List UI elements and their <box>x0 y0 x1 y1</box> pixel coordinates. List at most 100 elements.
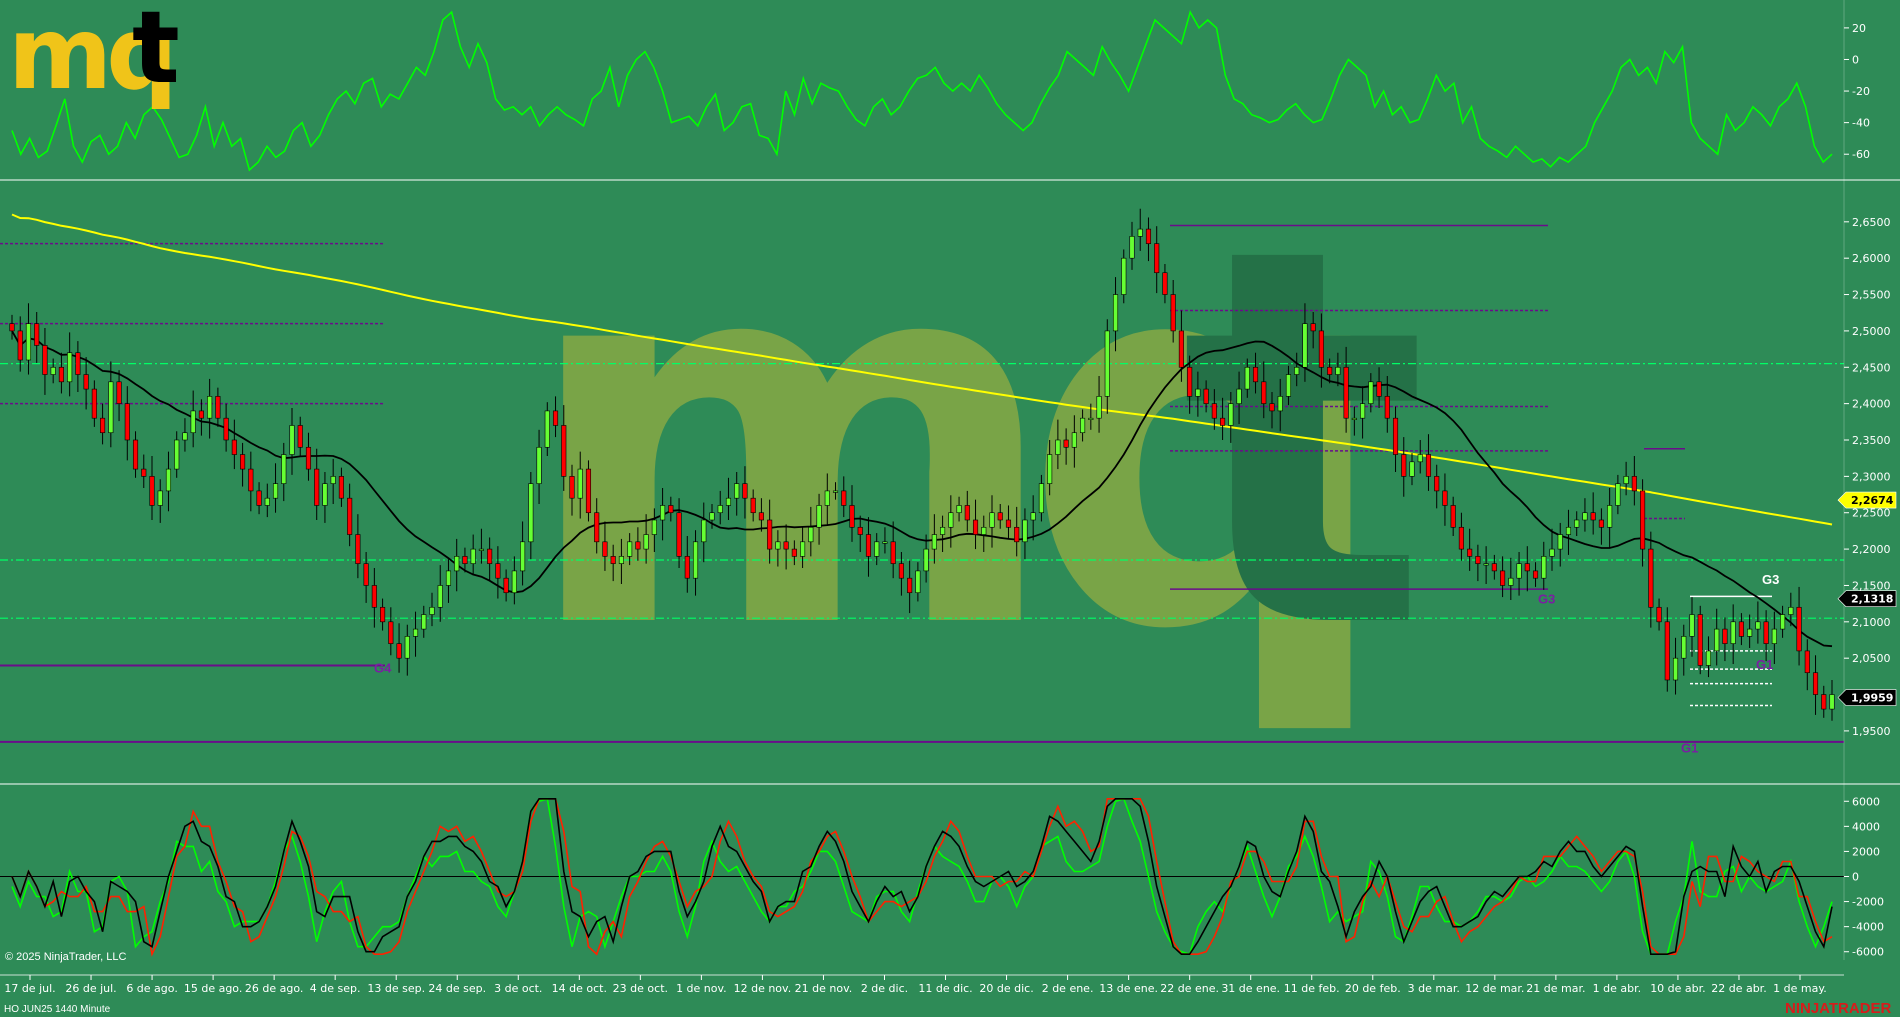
candle-bull <box>1541 556 1547 579</box>
candle-bear <box>1467 548 1473 557</box>
candle-bear <box>610 556 616 564</box>
candle-bull <box>1672 657 1679 681</box>
x-tick-label: 2 de dic. <box>861 982 908 995</box>
candle-bear <box>305 446 312 470</box>
candle-bear <box>487 548 493 564</box>
candle-bull <box>1228 403 1234 426</box>
candle-bull <box>1294 366 1300 375</box>
candle-bull <box>289 425 295 455</box>
candle-bull <box>25 323 32 361</box>
x-tick-label: 23 de oct. <box>613 982 668 995</box>
candle-bull <box>915 570 921 594</box>
x-tick-label: 1 de nov. <box>676 982 727 995</box>
candle-bull <box>1829 694 1835 710</box>
candle-bull <box>157 490 163 506</box>
price-y-tick-label: 2,6500 <box>1852 216 1891 229</box>
candle-bear <box>635 541 641 550</box>
candle-bull <box>281 454 287 484</box>
candle-bull <box>528 483 534 543</box>
candle-bull <box>808 526 814 543</box>
candle-bear <box>1154 243 1160 274</box>
x-tick-label: 1 de abr. <box>1593 982 1641 995</box>
candle-bull <box>701 519 707 543</box>
candle-bull <box>1557 534 1563 550</box>
candle-bull <box>709 512 715 521</box>
bottom-y-tick-label: 0 <box>1852 871 1859 884</box>
candle-bull <box>1285 374 1292 397</box>
x-tick-label: 17 de jul. <box>4 982 55 995</box>
price-y-tick-label: 2,5000 <box>1852 325 1891 338</box>
candle-bull <box>717 505 723 514</box>
candle-bear <box>857 526 863 535</box>
candle-bear <box>783 541 789 550</box>
candle-bear <box>1450 505 1456 528</box>
x-tick-label: 12 de mar. <box>1465 982 1524 995</box>
candle-bear <box>215 396 221 419</box>
candle-bull <box>692 541 699 579</box>
candle-bear <box>997 512 1003 521</box>
price-y-tick-label: 2,2000 <box>1852 543 1891 556</box>
candle-bear <box>1475 556 1481 564</box>
candle-bear <box>569 476 575 499</box>
candle-bull <box>1417 454 1423 463</box>
top-y-tick-label: -40 <box>1852 117 1870 130</box>
price-tag-label: 2,1318 <box>1851 593 1893 606</box>
x-tick-label: 12 de nov. <box>734 982 792 995</box>
candle-bull <box>1705 650 1712 666</box>
candle-bull <box>1351 417 1357 420</box>
candle-bear <box>1178 330 1184 368</box>
candle-bull <box>511 570 517 594</box>
candle-bull <box>1030 512 1036 521</box>
candle-bear <box>1722 628 1728 644</box>
instrument-label: HO JUN25 1440 Minute <box>4 1004 111 1015</box>
candle-bear <box>767 519 773 550</box>
candle-bear <box>1821 694 1827 710</box>
ninjatrader-brand: NINJATRADER <box>1785 1000 1892 1017</box>
wave-label: G3 <box>1538 592 1555 607</box>
candle-bear <box>668 505 674 514</box>
candle-bear <box>594 512 600 543</box>
x-tick-label: 21 de nov. <box>795 982 853 995</box>
candle-bull <box>1771 628 1777 644</box>
candle-bear <box>684 556 690 579</box>
candle-bear <box>849 505 855 528</box>
candle-bear <box>1648 548 1654 608</box>
candle-bull <box>1129 236 1135 259</box>
x-tick-label: 4 de sep. <box>310 982 361 995</box>
candle-bull <box>651 519 657 535</box>
candle-bull <box>165 468 172 492</box>
candle-bull <box>1409 461 1415 477</box>
candle-bear <box>198 410 204 419</box>
candle-bull <box>874 541 880 557</box>
candle-bull <box>1104 330 1110 397</box>
candle-bear <box>1664 621 1670 681</box>
candle-bear <box>248 468 254 492</box>
x-tick-label: 1 de may. <box>1773 982 1827 995</box>
candle-bull <box>470 548 476 564</box>
candle-bear <box>791 548 797 557</box>
candle-bull <box>734 483 740 499</box>
candle-bull <box>1112 294 1119 332</box>
candle-bear <box>865 534 872 557</box>
bottom-y-tick-label: -4000 <box>1852 921 1884 934</box>
candle-bear <box>676 512 682 557</box>
copyright-text: © 2025 NinjaTrader, LLC <box>5 951 126 963</box>
candle-bull <box>50 366 56 375</box>
candle-bull <box>1038 483 1044 514</box>
price-y-tick-label: 2,3500 <box>1852 434 1891 447</box>
candle-bull <box>1335 366 1341 375</box>
candle-bull <box>1022 519 1028 543</box>
candle-bear <box>1063 439 1069 448</box>
candle-bull <box>445 570 452 586</box>
candle-bull <box>800 541 806 557</box>
candle-bear <box>1631 476 1637 492</box>
candle-bull <box>816 505 822 528</box>
price-tag-label: 2,2674 <box>1851 494 1894 507</box>
candle-bull <box>577 468 583 499</box>
candle-bear <box>75 352 81 375</box>
candle-bull <box>1302 323 1308 368</box>
candle-bull <box>1582 512 1588 521</box>
candle-bull <box>437 585 443 608</box>
price-y-tick-label: 2,5500 <box>1852 289 1891 302</box>
candle-bear <box>1343 366 1349 419</box>
